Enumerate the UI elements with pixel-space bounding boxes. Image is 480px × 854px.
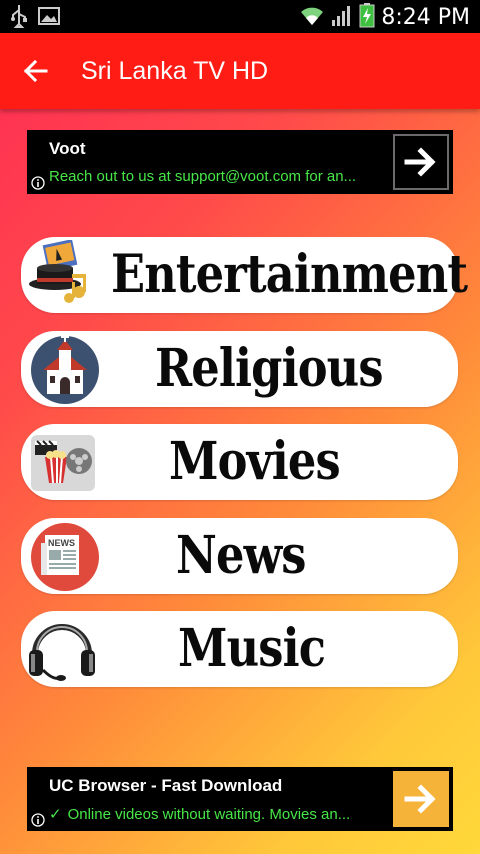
usb-icon xyxy=(10,4,28,33)
info-icon[interactable] xyxy=(31,176,45,190)
back-button[interactable] xyxy=(16,51,56,91)
ad-open-button[interactable] xyxy=(393,771,449,827)
category-news[interactable]: NEWS News xyxy=(21,518,458,594)
ad-banner-bottom[interactable]: UC Browser - Fast Download ✓ Online video… xyxy=(27,767,453,831)
headphones-icon xyxy=(29,624,95,681)
battery-icon xyxy=(359,2,375,33)
app-bar: Sri Lanka TV HD xyxy=(0,33,480,109)
ad-banner-top[interactable]: Voot Reach out to us at support@voot.com… xyxy=(27,130,453,194)
category-label: Entertainment xyxy=(111,244,468,305)
ad-title: Voot xyxy=(49,139,86,158)
info-icon[interactable] xyxy=(31,813,45,827)
category-label: News xyxy=(176,525,306,586)
check-icon: ✓ xyxy=(49,806,62,823)
news-icon: NEWS xyxy=(31,523,99,591)
status-time: 8:24 PM xyxy=(381,5,470,30)
category-label: Movies xyxy=(169,431,341,492)
arrow-right-icon xyxy=(404,147,436,177)
arrow-back-icon xyxy=(23,59,48,83)
ad-description: Reach out to us at support@voot.com for … xyxy=(49,168,357,185)
church-icon xyxy=(31,334,99,404)
category-label: Music xyxy=(178,618,326,679)
category-movies[interactable]: Movies xyxy=(21,424,458,500)
ad-title: UC Browser - Fast Download xyxy=(49,776,283,795)
signal-icon xyxy=(331,3,353,32)
entertainment-icon xyxy=(29,240,86,303)
arrow-right-icon xyxy=(404,784,436,814)
category-entertainment[interactable]: Entertainment xyxy=(21,237,468,313)
ad-open-button[interactable] xyxy=(393,134,449,190)
movies-icon xyxy=(31,435,95,491)
category-music[interactable]: Music xyxy=(21,611,458,687)
category-label: Religious xyxy=(155,338,383,399)
wifi-icon xyxy=(299,3,325,32)
svg-text:NEWS: NEWS xyxy=(48,538,75,548)
app-title: Sri Lanka TV HD xyxy=(81,57,269,85)
image-icon xyxy=(38,6,60,31)
ad-description: ✓ Online videos without waiting. Movies a… xyxy=(49,806,351,823)
status-bar: 8:24 PM xyxy=(0,0,480,33)
category-religious[interactable]: Religious xyxy=(21,331,458,407)
